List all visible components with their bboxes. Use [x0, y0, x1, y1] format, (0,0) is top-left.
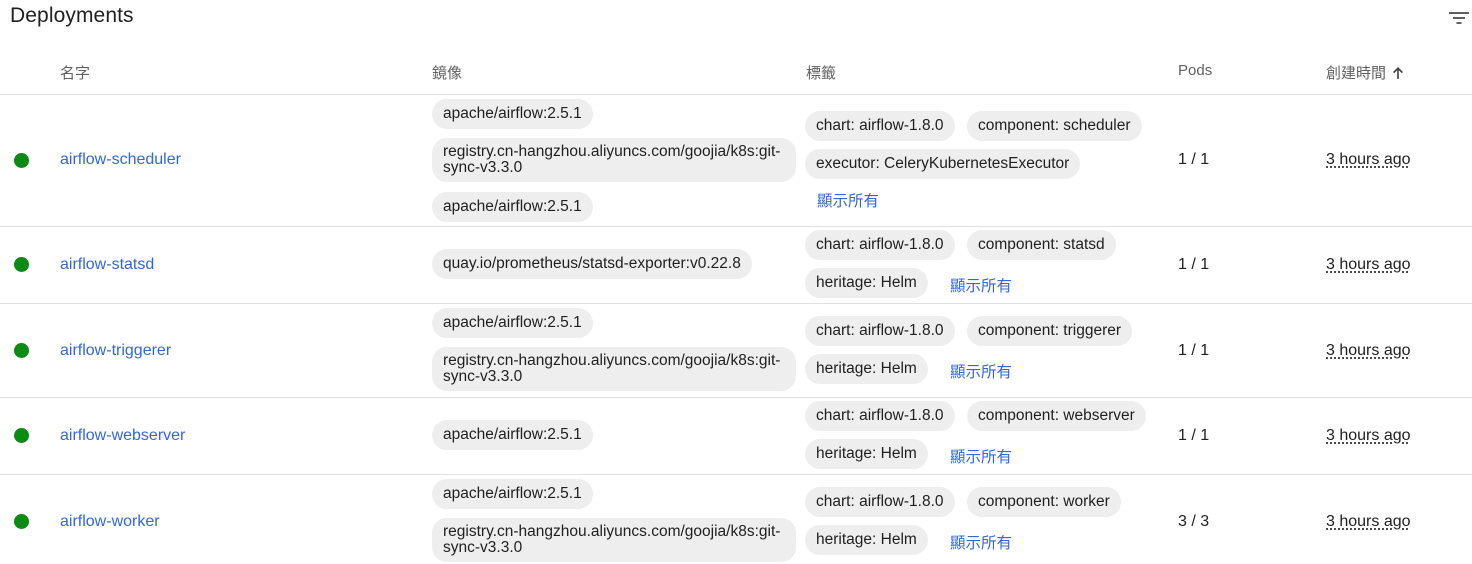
pods-count: 1 / 1	[1178, 342, 1210, 359]
pods-count: 1 / 1	[1178, 256, 1210, 273]
label-chip: heritage: Helm	[805, 439, 928, 469]
show-all-labels-link[interactable]: 顯示所有	[950, 274, 1012, 296]
image-chip: registry.cn-hangzhou.aliyuncs.com/goojia…	[432, 518, 796, 562]
label-chip: chart: airflow-1.8.0	[805, 111, 955, 141]
label-chip: heritage: Helm	[805, 354, 928, 384]
created-time[interactable]: 3 hours ago	[1326, 256, 1411, 274]
deployment-name-link[interactable]: airflow-worker	[60, 513, 160, 531]
label-chip: chart: airflow-1.8.0	[805, 401, 955, 431]
label-chip: chart: airflow-1.8.0	[805, 316, 955, 346]
table-row: airflow-worker apache/airflow:2.5.1 regi…	[0, 475, 1472, 564]
status-ok-icon	[14, 514, 29, 529]
status-ok-icon	[14, 343, 29, 358]
label-chip: component: triggerer	[967, 316, 1133, 346]
created-time[interactable]: 3 hours ago	[1326, 151, 1411, 169]
label-chip: heritage: Helm	[805, 268, 928, 298]
pods-count: 1 / 1	[1178, 151, 1210, 168]
show-all-labels-link[interactable]: 顯示所有	[817, 189, 879, 211]
created-time[interactable]: 3 hours ago	[1326, 513, 1411, 531]
show-all-labels-link[interactable]: 顯示所有	[950, 360, 1012, 382]
table-row: airflow-triggerer apache/airflow:2.5.1 r…	[0, 304, 1472, 397]
label-chip: component: scheduler	[967, 111, 1142, 141]
pods-count: 1 / 1	[1178, 427, 1210, 444]
table-row: airflow-webserver apache/airflow:2.5.1 c…	[0, 398, 1472, 474]
deployment-name-link[interactable]: airflow-statsd	[60, 256, 154, 274]
column-header-created-label: 創建時間	[1326, 65, 1387, 82]
image-chip: apache/airflow:2.5.1	[432, 192, 593, 222]
status-ok-icon	[14, 257, 29, 272]
table-row: airflow-statsd quay.io/prometheus/statsd…	[0, 227, 1472, 303]
deployment-name-link[interactable]: airflow-webserver	[60, 427, 185, 445]
label-chip: component: webserver	[967, 401, 1146, 431]
column-header-name[interactable]: 名字	[60, 62, 90, 83]
image-chip: quay.io/prometheus/statsd-exporter:v0.22…	[432, 249, 752, 279]
pods-count: 3 / 3	[1178, 513, 1210, 530]
label-chip: component: statsd	[967, 230, 1116, 260]
image-chip: registry.cn-hangzhou.aliyuncs.com/goojia…	[432, 138, 796, 182]
deployment-name-link[interactable]: airflow-triggerer	[60, 342, 171, 360]
label-chip: chart: airflow-1.8.0	[805, 230, 955, 260]
label-chip: executor: CeleryKubernetesExecutor	[805, 149, 1081, 179]
image-chip: apache/airflow:2.5.1	[432, 308, 593, 338]
label-chip: component: worker	[967, 487, 1121, 517]
column-header-image[interactable]: 鏡像	[432, 62, 462, 83]
image-chip: apache/airflow:2.5.1	[432, 420, 593, 450]
show-all-labels-link[interactable]: 顯示所有	[950, 445, 1012, 467]
deployment-name-link[interactable]: airflow-scheduler	[60, 151, 181, 169]
image-chip: registry.cn-hangzhou.aliyuncs.com/goojia…	[432, 347, 796, 391]
filter-list-icon[interactable]	[1448, 8, 1470, 28]
page-title: Deployments	[10, 4, 134, 27]
arrow-upward-icon	[1393, 66, 1404, 79]
image-chip: apache/airflow:2.5.1	[432, 479, 593, 509]
status-ok-icon	[14, 428, 29, 443]
label-chip: heritage: Helm	[805, 525, 928, 555]
column-header-labels[interactable]: 標籤	[806, 62, 836, 83]
status-ok-icon	[14, 153, 29, 168]
label-chip: chart: airflow-1.8.0	[805, 487, 955, 517]
deployments-page: Deployments 名字 鏡像 標籤 Pods 創建時間 airflow-s…	[0, 0, 1472, 564]
column-header-pods[interactable]: Pods	[1178, 62, 1212, 79]
table-row: airflow-scheduler apache/airflow:2.5.1 r…	[0, 95, 1472, 226]
show-all-labels-link[interactable]: 顯示所有	[950, 531, 1012, 553]
image-chip: apache/airflow:2.5.1	[432, 99, 593, 129]
created-time[interactable]: 3 hours ago	[1326, 342, 1411, 360]
created-time[interactable]: 3 hours ago	[1326, 427, 1411, 445]
column-header-created[interactable]: 創建時間	[1326, 62, 1404, 83]
